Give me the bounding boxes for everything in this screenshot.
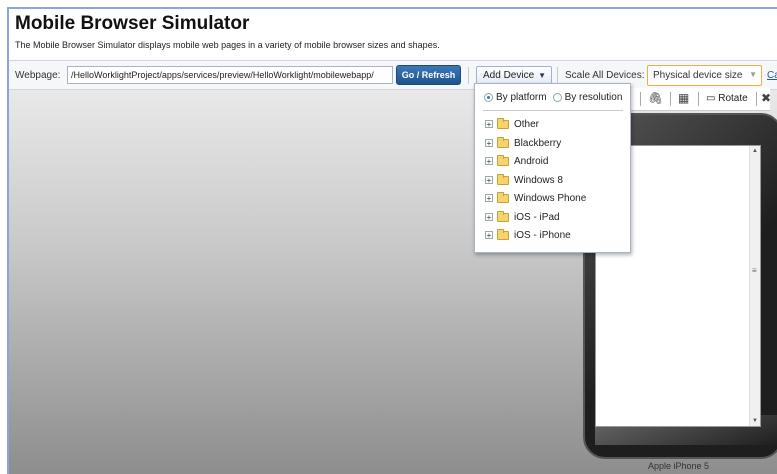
tree-item-windows-8[interactable]: + Windows 8 <box>485 173 563 187</box>
tree-item-label: iOS - iPad <box>514 211 560 223</box>
tree-item-windows-phone[interactable]: + Windows Phone <box>485 191 586 205</box>
add-device-label: Add Device <box>483 70 535 81</box>
expand-icon[interactable]: + <box>485 231 493 240</box>
scroll-down-icon[interactable]: ▼ <box>752 418 758 424</box>
tree-item-ios-ipad[interactable]: + iOS - iPad <box>485 210 560 224</box>
folder-icon <box>497 228 509 240</box>
rotate-icon: ▭ <box>706 93 716 104</box>
rotate-button[interactable]: ▭ Rotate <box>706 93 748 104</box>
expand-icon[interactable]: + <box>485 194 493 203</box>
tree-item-label: Other <box>514 118 540 130</box>
add-device-dropdown: By platform By resolution + Other + Blac… <box>474 83 631 253</box>
qr-code-icon[interactable]: ▦ <box>678 91 689 105</box>
webpage-label: Webpage: <box>15 70 61 81</box>
tree-item-label: Android <box>514 155 549 167</box>
scale-label: Scale All Devices: <box>565 70 645 81</box>
filter-radio-group: By platform By resolution <box>484 92 622 103</box>
tree-item-android[interactable]: + Android <box>485 154 548 168</box>
folder-icon <box>497 136 509 148</box>
dropdown-divider <box>483 110 623 111</box>
expand-icon[interactable]: + <box>485 139 493 148</box>
tree-item-blackberry[interactable]: + Blackberry <box>485 136 561 150</box>
folder-icon <box>497 154 509 166</box>
radio-by-platform-label[interactable]: By platform <box>496 92 547 103</box>
paperclip-icon[interactable]: 🖇 <box>648 91 663 105</box>
scale-select-value: Physical device size <box>653 70 743 81</box>
folder-icon <box>497 173 509 185</box>
radio-by-resolution[interactable] <box>552 93 562 102</box>
scroll-up-icon[interactable]: ▲ <box>752 148 758 154</box>
toolbar-separator <box>468 67 469 84</box>
scale-select[interactable]: Physical device size ▼ <box>647 65 762 86</box>
folder-icon <box>497 117 509 129</box>
page-description: The Mobile Browser Simulator displays mo… <box>15 40 440 50</box>
rotate-label: Rotate <box>718 93 748 104</box>
tree-item-ios-iphone[interactable]: + iOS - iPhone <box>485 228 571 242</box>
folder-icon <box>497 191 509 203</box>
expand-icon[interactable]: + <box>485 120 493 129</box>
device-toolbar-separator <box>756 92 757 106</box>
device-toolbar: 🖇 ▦ ▭ Rotate ✖ <box>622 88 771 111</box>
main-toolbar: Webpage: Go / Refresh Add Device ▼ Scale… <box>9 60 777 90</box>
scroll-grip-icon[interactable]: ≡ <box>752 266 757 275</box>
radio-by-resolution-label[interactable]: By resolution <box>565 92 623 103</box>
tree-item-label: iOS - iPhone <box>514 229 571 241</box>
device-label: Apple iPhone 5 <box>648 461 710 471</box>
toolbar-separator <box>557 67 558 84</box>
close-icon[interactable]: ✖ <box>761 91 771 105</box>
tree-item-label: Windows 8 <box>514 174 563 186</box>
chevron-down-icon: ▼ <box>538 71 547 80</box>
calibrate-link[interactable]: Cal <box>767 70 777 81</box>
device-toolbar-separator <box>670 92 671 106</box>
folder-icon <box>497 210 509 222</box>
tree-item-label: Blackberry <box>514 137 562 149</box>
tree-item-label: Windows Phone <box>514 192 587 204</box>
device-toolbar-separator <box>640 92 641 106</box>
page-title: Mobile Browser Simulator <box>15 13 250 34</box>
expand-icon[interactable]: + <box>485 157 493 166</box>
expand-icon[interactable]: + <box>485 176 493 185</box>
radio-by-platform[interactable] <box>484 93 493 102</box>
screen-scrollbar[interactable]: ▲ ≡ ▼ <box>749 146 760 426</box>
webpage-url-input[interactable] <box>67 66 393 84</box>
device-toolbar-separator <box>698 92 699 106</box>
tree-item-other[interactable]: + Other <box>485 117 539 131</box>
chevron-down-icon: ▼ <box>749 70 757 79</box>
go-refresh-button[interactable]: Go / Refresh <box>396 65 461 85</box>
expand-icon[interactable]: + <box>485 213 493 222</box>
